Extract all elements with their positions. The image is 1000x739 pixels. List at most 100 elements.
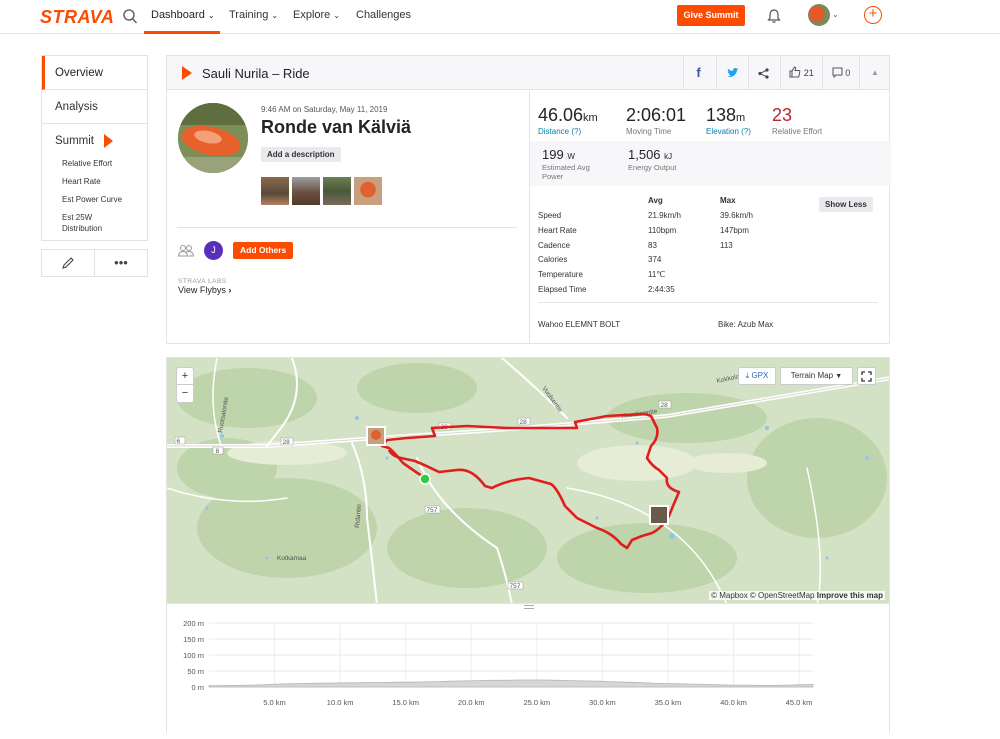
row-label: Temperature xyxy=(538,270,583,279)
map-canvas[interactable]: 6 8 28 28 28 28 757 757 Kokkolantie Vuol… xyxy=(167,358,890,604)
give-summit-button[interactable]: Give Summit xyxy=(677,5,745,26)
sidebar-sub-relative-effort[interactable]: Relative Effort xyxy=(42,158,147,169)
table-row: Speed 21.9km/h 39.6km/h xyxy=(538,211,878,223)
group-icon xyxy=(178,245,194,257)
fullscreen-icon xyxy=(861,371,872,382)
energy-value: 1,506 xyxy=(628,147,661,162)
x-tick-label: 20.0 km xyxy=(458,698,485,707)
sidebar-sub-est-power-curve[interactable]: Est Power Curve xyxy=(42,194,147,205)
photo-strip xyxy=(261,177,382,205)
athlete-initial-avatar[interactable]: J xyxy=(204,241,223,260)
resize-handle[interactable] xyxy=(524,605,534,609)
activity-name: Ronde van Kälviä xyxy=(261,117,412,137)
elevation-value: 138 xyxy=(706,105,737,125)
nav-dashboard[interactable]: Dashboard ⌄ xyxy=(151,9,215,21)
sidebar-sub-heart-rate[interactable]: Heart Rate xyxy=(42,176,147,187)
x-tick-label: 25.0 km xyxy=(523,698,550,707)
sidebar-item-summit[interactable]: Summit xyxy=(42,124,147,158)
photo-thumbnail[interactable] xyxy=(292,177,320,205)
row-avg: 110bpm xyxy=(648,226,677,235)
distance-label[interactable]: Distance (?) xyxy=(538,127,598,136)
export-gpx-button[interactable]: ⤓ GPX xyxy=(738,367,776,385)
row-label: Elapsed Time xyxy=(538,285,587,294)
caret-down-icon: ▼ xyxy=(835,373,843,380)
divider xyxy=(177,227,517,228)
stat-energy: 1,506 kJ Energy Output xyxy=(628,147,676,172)
sidebar-sub-est-25w-distribution[interactable]: Est 25W Distribution xyxy=(42,212,122,234)
elevation-profile: 200 m 150 m 100 m 50 m 0 m 5.0 km 10.0 km 15.0 … xyxy=(166,603,890,733)
elevation-area[interactable] xyxy=(208,679,814,688)
photo-thumbnail[interactable] xyxy=(261,177,289,205)
road-label: 28 xyxy=(283,439,291,446)
table-row: Elapsed Time 2:44:35 xyxy=(538,285,878,297)
bell-icon[interactable] xyxy=(766,8,782,24)
stat-elevation: 138m Elevation (?) xyxy=(706,105,751,136)
strava-logo[interactable]: STRAVA xyxy=(40,7,114,28)
sidebar-item-analysis[interactable]: Analysis xyxy=(42,90,147,124)
chevron-down-icon[interactable]: ⌄ xyxy=(832,10,839,19)
photo-thumbnail[interactable] xyxy=(354,177,382,205)
nav-explore-label: Explore xyxy=(293,9,331,21)
add-description-button[interactable]: Add a description xyxy=(261,147,341,162)
route-start-marker[interactable] xyxy=(419,473,431,485)
elevation-unit: m xyxy=(736,112,746,124)
row-avg: 83 xyxy=(648,241,657,250)
facebook-share-button[interactable]: f xyxy=(683,56,713,90)
map-type-label: Terrain Map xyxy=(790,371,834,380)
add-others-button[interactable]: Add Others xyxy=(233,242,294,259)
map-type-select[interactable]: Terrain Map ▼ xyxy=(780,367,853,385)
elevation-chart[interactable]: 200 m 150 m 100 m 50 m 0 m 5.0 km 10.0 km 15.0 … xyxy=(167,604,891,734)
zoom-in-button[interactable]: + xyxy=(177,368,193,385)
energy-unit: kJ xyxy=(664,152,673,161)
divider xyxy=(538,302,878,303)
photo-pin-face xyxy=(371,430,381,440)
power-label: Estimated Avg Power xyxy=(542,163,590,181)
nav-training-label: Training xyxy=(229,9,269,21)
comments-button[interactable]: 0 xyxy=(822,56,859,90)
row-avg: 374 xyxy=(648,255,662,264)
power-unit: W xyxy=(567,152,575,161)
power-value: 199 xyxy=(542,147,564,162)
table-row: Temperature 11℃ xyxy=(538,270,878,282)
stat-power: 199 W Estimated Avg Power xyxy=(542,147,612,181)
photo-thumbnail[interactable] xyxy=(323,177,351,205)
summit-chevron-icon xyxy=(103,133,113,148)
avg-header: Avg xyxy=(648,196,663,205)
upload-plus-icon[interactable]: + xyxy=(864,6,882,24)
kudos-button[interactable]: 21 xyxy=(780,56,822,90)
attribution-text: © Mapbox © OpenStreetMap xyxy=(711,591,815,600)
nav-training[interactable]: Training ⌄ xyxy=(229,9,278,21)
top-navigation-bar: STRAVA Dashboard ⌄ Training ⌄ Explore ⌄ Cha… xyxy=(0,0,1000,34)
road-label: 28 xyxy=(661,402,669,409)
twitter-share-button[interactable] xyxy=(716,56,748,90)
row-max: 147bpm xyxy=(720,226,749,235)
user-avatar[interactable] xyxy=(808,4,830,26)
activity-header-title: Sauli Nurila – Ride xyxy=(202,66,310,81)
photo-pin[interactable] xyxy=(649,505,669,525)
sidebar-item-overview[interactable]: Overview xyxy=(42,56,147,90)
collapse-caret-icon[interactable]: ▲ xyxy=(859,56,890,90)
search-icon[interactable] xyxy=(122,8,138,26)
edit-button[interactable] xyxy=(42,250,95,276)
gpx-label: GPX xyxy=(751,371,769,380)
improve-map-link[interactable]: Improve this map xyxy=(817,591,883,600)
route-map[interactable]: 6 8 28 28 28 28 757 757 Kokkolantie Vuol… xyxy=(166,357,890,604)
table-row: Calories 374 xyxy=(538,255,878,267)
view-flybys-link[interactable]: View Flybys › xyxy=(178,285,231,295)
road-label: 28 xyxy=(520,419,528,426)
nav-explore[interactable]: Explore ⌄ xyxy=(293,9,340,21)
share-button[interactable] xyxy=(748,56,778,90)
show-less-button[interactable]: Show Less xyxy=(819,197,873,212)
moving-time-label: Moving Time xyxy=(626,127,672,136)
athlete-avatar[interactable] xyxy=(178,103,248,173)
nav-challenges[interactable]: Challenges xyxy=(356,9,411,21)
more-options-button[interactable]: ••• xyxy=(95,250,147,276)
fullscreen-button[interactable] xyxy=(857,367,876,385)
road-label: 6 xyxy=(177,438,181,445)
activity-date: 9:46 AM on Saturday, May 11, 2019 xyxy=(261,105,388,114)
stat-relative-effort: 23 Relative Effort xyxy=(772,105,822,136)
zoom-out-button[interactable]: − xyxy=(177,385,193,402)
row-max: 39.6km/h xyxy=(720,211,753,220)
elevation-label[interactable]: Elevation (?) xyxy=(706,127,751,136)
bike-name: Bike: Azub Max xyxy=(718,320,774,329)
